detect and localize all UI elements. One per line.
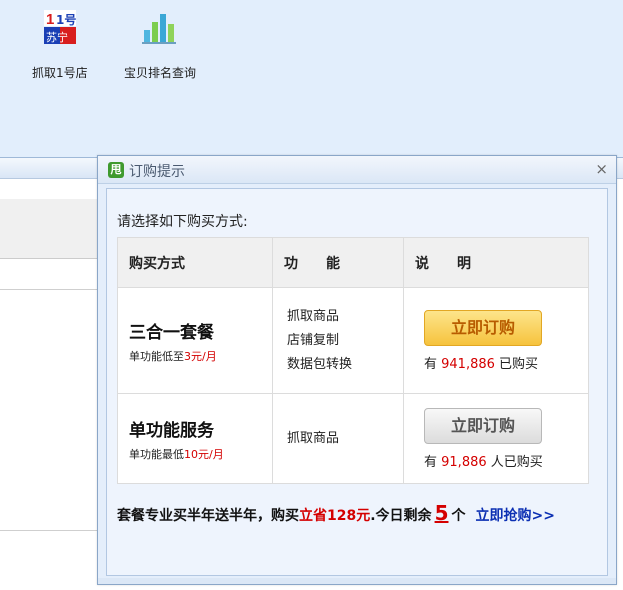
background-divider: [0, 289, 100, 290]
purchase-count: 有 91,886 人已购买: [424, 454, 543, 470]
order-dialog: 甩 订购提示 × 请选择如下购买方式: 购买方式 功 能 说 明 三合一套餐 单…: [97, 155, 617, 585]
background-divider: [0, 530, 100, 531]
bar-chart-icon: [142, 14, 176, 44]
order-now-button[interactable]: 立即订购: [424, 309, 542, 346]
feature-item: 抓取商品: [287, 430, 340, 446]
features-cell: 抓取商品 店铺复制 数据包转换: [272, 287, 404, 394]
header-features: 功 能: [272, 237, 404, 288]
package-name: 三合一套餐: [129, 322, 214, 343]
app-logo-icon: 甩: [108, 162, 124, 178]
toolbar: 1 1号 苏宁 抓取1号店 宝贝排名查询: [0, 0, 623, 157]
order-now-button[interactable]: 立即订购: [424, 407, 542, 444]
svg-text:1号: 1号: [56, 12, 76, 27]
table-header-row: 购买方式 功 能 说 明: [117, 237, 589, 288]
features-cell: 抓取商品: [272, 393, 404, 484]
background-panel: [0, 199, 100, 259]
yhd-logo-icon: 1 1号 苏宁: [44, 10, 76, 44]
svg-text:1: 1: [46, 11, 54, 28]
savings-text: 立省128元: [299, 508, 371, 524]
feature-item: 店铺复制: [287, 332, 340, 348]
toolbar-item-label: 宝贝排名查询: [124, 66, 197, 80]
table-row: 三合一套餐 单功能低至3元/月 抓取商品 店铺复制 数据包转换 立即订购 有 9…: [117, 287, 589, 394]
remaining-count: 5: [434, 501, 449, 525]
dialog-body: 请选择如下购买方式: 购买方式 功 能 说 明 三合一套餐 单功能低至3元/月 …: [106, 188, 608, 576]
package-price-note: 单功能最低10元/月: [129, 447, 224, 461]
dialog-bottom-border: [98, 578, 616, 584]
description-cell: 立即订购 有 91,886 人已购买: [403, 393, 589, 484]
purchase-options-table: 购买方式 功 能 说 明 三合一套餐 单功能低至3元/月 抓取商品 店铺复制 数…: [117, 237, 589, 484]
table-row: 单功能服务 单功能最低10元/月 抓取商品 立即订购 有 91,886 人已购买: [117, 393, 589, 484]
toolbar-item-label: 抓取1号店: [32, 66, 88, 80]
close-icon[interactable]: ×: [595, 160, 608, 178]
svg-text:苏宁: 苏宁: [46, 30, 68, 44]
header-description: 说 明: [403, 237, 589, 288]
purchase-count: 有 941,886 已购买: [424, 356, 539, 372]
choose-prompt: 请选择如下购买方式:: [117, 214, 248, 230]
package-price-note: 单功能低至3元/月: [129, 349, 217, 363]
description-cell: 立即订购 有 941,886 已购买: [403, 287, 589, 394]
feature-item: 数据包转换: [287, 356, 353, 372]
grab-now-link[interactable]: 立即抢购>>: [475, 508, 554, 524]
dialog-title: 订购提示: [129, 164, 185, 180]
feature-item: 抓取商品: [287, 308, 340, 324]
promo-footer: 套餐专业买半年送半年，购买立省128元.今日剩余 5 个立即抢购>>: [117, 501, 555, 525]
package-cell: 单功能服务 单功能最低10元/月: [117, 393, 273, 484]
package-cell: 三合一套餐 单功能低至3元/月: [117, 287, 273, 394]
header-purchase-type: 购买方式: [117, 237, 273, 288]
package-name: 单功能服务: [129, 420, 214, 441]
dialog-titlebar[interactable]: 甩 订购提示 ×: [98, 156, 616, 184]
